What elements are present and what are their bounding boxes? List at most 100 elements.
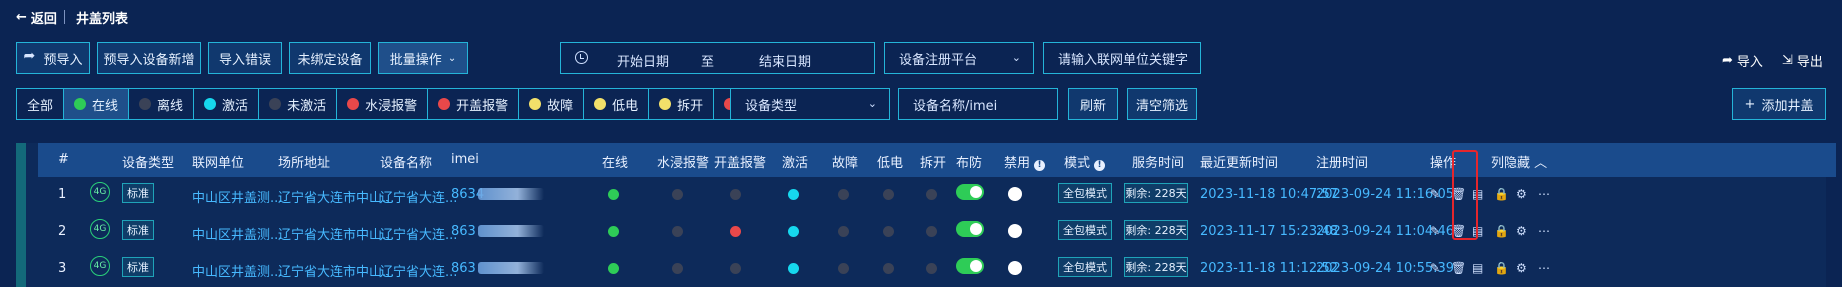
col-unit: 联网单位 [192, 156, 245, 171]
device-type-select[interactable]: 设备类型 ⌄ [730, 88, 890, 120]
status-dot-icon [139, 98, 152, 110]
col-mode-label: 模式 [1064, 156, 1091, 171]
add-manhole-label: 添加井盖 [1761, 98, 1814, 114]
unit-link[interactable]: 中山区井盖测... [192, 261, 282, 280]
filter-chip[interactable]: 开盖报警 [428, 89, 520, 119]
table-row[interactable]: 1 4G 标准 中山区井盖测... 辽宁省大连市中山... 辽宁省大连... 8634 全包模… [38, 177, 1836, 213]
batch-ops-dropdown[interactable]: 批量操作 ⌄ [378, 42, 468, 74]
import-label: 导入 [1736, 55, 1763, 70]
network-4g-icon: 4G [90, 219, 110, 239]
more-icon[interactable]: ⋯ [1538, 224, 1550, 238]
online-status-dot [608, 226, 619, 237]
info-icon[interactable]: ! [1094, 160, 1106, 171]
arm-toggle[interactable] [956, 221, 984, 237]
filter-all-label: 全部 [27, 98, 54, 114]
filter-all[interactable]: 全部 [17, 89, 65, 119]
table-row[interactable]: 2 4G 标准 中山区井盖测... 辽宁省大连市中山... 辽宁省大连... 863 全包模式… [38, 214, 1836, 250]
unit-keyword-input[interactable]: 请输入联网单位关键字 [1043, 42, 1201, 74]
filter-label: 水浸报警 [365, 98, 418, 114]
unbound-device-button[interactable]: 未绑定设备 [289, 42, 371, 74]
filter-label: 未激活 [287, 98, 327, 114]
document-icon[interactable]: ▤ [1472, 261, 1483, 275]
date-range-picker[interactable]: 开始日期 至 结束日期 [560, 42, 875, 74]
arm-toggle[interactable] [956, 258, 984, 274]
filter-label: 离线 [157, 98, 184, 114]
pre-import-button[interactable]: 预导入 [16, 42, 90, 74]
chevron-up-icon: ︿ [1534, 156, 1548, 171]
settings-icon[interactable]: ⚙ [1516, 261, 1527, 275]
col-disabled-label: 禁用 [1004, 156, 1031, 171]
info-icon[interactable]: ! [1034, 160, 1046, 171]
clear-filter-button[interactable]: 清空筛选 [1127, 88, 1197, 120]
settings-icon[interactable]: ⚙ [1516, 187, 1527, 201]
tamper-status-dot [926, 189, 937, 200]
divider [64, 10, 65, 24]
row-index: 3 [58, 261, 67, 276]
plus-icon: + [1744, 96, 1756, 112]
col-imei: imei [451, 152, 479, 167]
export-link[interactable]: ⇲ 导出 [1782, 51, 1823, 70]
disable-radio[interactable] [1008, 187, 1022, 201]
delete-icon[interactable]: 🗑 [1451, 261, 1466, 275]
fault-status-dot [838, 189, 849, 200]
col-index: # [58, 152, 69, 167]
column-hide-label: 列隐藏 [1491, 156, 1531, 171]
more-icon[interactable]: ⋯ [1538, 187, 1550, 201]
import-error-label: 导入错误 [218, 52, 271, 68]
chevron-down-icon: ⌄ [867, 97, 877, 110]
tamper-status-dot [926, 263, 937, 274]
filter-chip[interactable]: 离线 [129, 89, 195, 119]
import-link[interactable]: ➦ 导入 [1722, 51, 1763, 70]
status-dot-icon [347, 98, 360, 110]
more-icon[interactable]: ⋯ [1538, 261, 1550, 275]
end-date-input[interactable]: 结束日期 [759, 51, 811, 70]
back-button[interactable]: ← 返回 [16, 8, 57, 27]
lock-icon[interactable]: 🔒 [1494, 261, 1509, 275]
page-title: 井盖列表 [76, 12, 129, 27]
filter-chip[interactable]: 拆开 [649, 89, 715, 119]
water-alarm-dot [672, 189, 683, 200]
chevron-down-icon: ⌄ [447, 52, 457, 64]
column-hide-toggle[interactable]: 列隐藏 ︿ [1491, 152, 1547, 171]
filter-chip[interactable]: 故障 [519, 89, 585, 119]
import-error-button[interactable]: 导入错误 [208, 42, 282, 74]
unit-link[interactable]: 中山区井盖测... [192, 187, 282, 206]
disable-radio[interactable] [1008, 261, 1022, 275]
name-imei-input[interactable]: 设备名称/imei [898, 88, 1058, 120]
pre-import-add-button[interactable]: 预导入设备新增 [97, 42, 201, 74]
edit-icon[interactable]: ✎ [1430, 224, 1440, 238]
col-arm: 布防 [956, 156, 983, 171]
col-mode: 模式! [1064, 152, 1106, 171]
table-row[interactable]: 3 4G 标准 中山区井盖测... 辽宁省大连市中山... 辽宁省大连... 863 全包模式… [38, 251, 1836, 287]
status-dot-icon [659, 98, 672, 110]
edit-icon[interactable]: ✎ [1430, 261, 1440, 275]
filter-chip[interactable]: 水浸报警 [337, 89, 429, 119]
unit-keyword-placeholder: 请输入联网单位关键字 [1058, 52, 1189, 68]
address-text: 辽宁省大连市中山... [278, 265, 395, 280]
col-fault: 故障 [832, 156, 859, 171]
filter-chip[interactable]: 低电 [584, 89, 650, 119]
low-battery-dot [883, 189, 894, 200]
edit-icon[interactable]: ✎ [1430, 187, 1440, 201]
platform-select[interactable]: 设备注册平台 ⌄ [884, 42, 1034, 74]
lock-icon[interactable]: 🔒 [1494, 224, 1509, 238]
refresh-button[interactable]: 刷新 [1068, 88, 1118, 120]
status-filter-group: 全部 在线 离线 激活 未激活 水浸报警 开盖报警 故障 低电 拆开 禁用 过期 [16, 88, 845, 120]
disable-radio[interactable] [1008, 224, 1022, 238]
device-type-tag: 标准 [122, 257, 154, 277]
fault-status-dot [838, 226, 849, 237]
filter-chip[interactable]: 激活 [194, 89, 260, 119]
settings-icon[interactable]: ⚙ [1516, 224, 1527, 238]
start-date-input[interactable]: 开始日期 [617, 51, 669, 70]
col-low-battery: 低电 [877, 156, 904, 171]
online-status-dot [608, 263, 619, 274]
unit-link[interactable]: 中山区井盖测... [192, 224, 282, 243]
filter-chip[interactable]: 未激活 [259, 89, 338, 119]
col-last-updated: 最近更新时间 [1200, 156, 1279, 171]
filter-chip[interactable]: 在线 [64, 89, 130, 119]
add-manhole-button[interactable]: + 添加井盖 [1732, 88, 1826, 120]
arm-toggle[interactable] [956, 184, 984, 200]
lock-icon[interactable]: 🔒 [1494, 187, 1509, 201]
open-alarm-dot [730, 263, 741, 274]
mode-tag: 全包模式 [1058, 220, 1112, 240]
